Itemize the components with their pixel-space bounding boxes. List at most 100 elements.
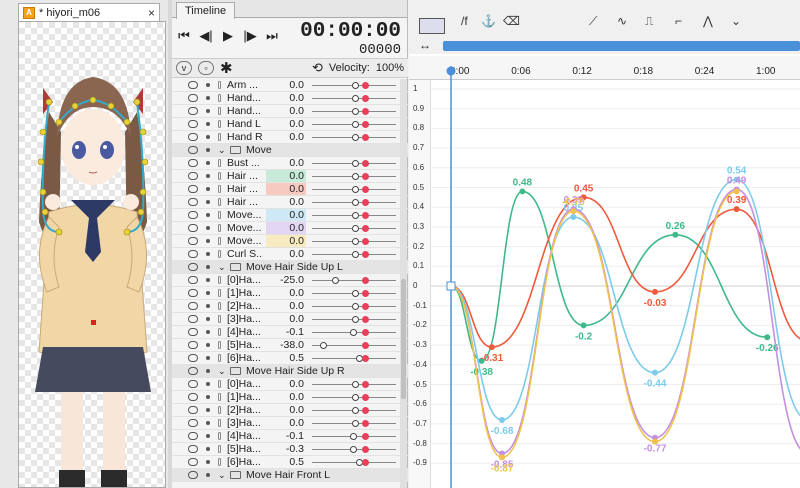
keyframe-marker[interactable]: [362, 433, 369, 440]
slider-knob[interactable]: [350, 433, 358, 440]
lock-icon[interactable]: [218, 172, 221, 180]
lock-icon[interactable]: [218, 380, 221, 388]
slider-knob[interactable]: [352, 173, 359, 180]
visibility-icon[interactable]: [188, 185, 198, 193]
play-icon[interactable]: ▶: [220, 28, 236, 44]
parameter-value[interactable]: 0.0: [266, 248, 306, 260]
parameter-slider[interactable]: [312, 280, 396, 281]
keyframe-marker[interactable]: [362, 134, 369, 141]
keyframe-point[interactable]: [580, 322, 587, 329]
visibility-icon[interactable]: [188, 81, 198, 89]
lock-icon[interactable]: [218, 107, 221, 115]
parameter-row[interactable]: Bust ... 0.0: [172, 157, 408, 170]
slider-knob[interactable]: [352, 238, 359, 245]
skip-start-icon[interactable]: ⏮: [176, 28, 192, 44]
visibility-icon[interactable]: [188, 133, 198, 141]
parameter-value[interactable]: -0.1: [266, 430, 306, 442]
asterisk-icon[interactable]: ✱: [220, 59, 233, 77]
origin-keyframe[interactable]: [446, 281, 456, 291]
scrollbar-thumb[interactable]: [401, 279, 406, 399]
lock-icon[interactable]: [218, 94, 221, 102]
slider-knob[interactable]: [352, 121, 359, 128]
loop-icon[interactable]: ⟲: [312, 60, 323, 76]
lock-icon[interactable]: [218, 341, 221, 349]
parameter-value[interactable]: 0.0: [266, 222, 306, 234]
visibility-icon[interactable]: [188, 146, 198, 154]
parameter-value[interactable]: 0.0: [266, 417, 306, 429]
lock-icon[interactable]: [218, 315, 221, 323]
visibility-icon[interactable]: [188, 94, 198, 102]
graph-editor[interactable]: /f ⚓ ⌫ ⟋ ∿ ⎍ ⌐ ⋀ ⌄ ↔ 0:00 0:06 0:12 0:18 0:2…: [409, 0, 800, 488]
keyframe-marker[interactable]: [362, 95, 369, 102]
parameter-value[interactable]: 0.0: [266, 183, 306, 195]
parameter-row[interactable]: [5]Ha... -38.0: [172, 339, 408, 352]
slider-knob[interactable]: [352, 225, 359, 232]
keyframe-marker[interactable]: [362, 186, 369, 193]
lock-icon[interactable]: [218, 237, 221, 245]
keyframe-point[interactable]: [652, 288, 658, 295]
group-row[interactable]: ⌄ Move Hair Side Up R: [172, 365, 408, 378]
slider-knob[interactable]: [350, 329, 358, 336]
parameter-row[interactable]: Move... 0.0: [172, 209, 408, 222]
lock-icon[interactable]: [218, 445, 221, 453]
parameter-slider[interactable]: [312, 358, 396, 359]
visibility-icon[interactable]: [188, 172, 198, 180]
keyframe-marker[interactable]: [362, 407, 369, 414]
parameter-value[interactable]: 0.0: [266, 209, 306, 221]
lock-icon[interactable]: [218, 250, 221, 258]
group-row[interactable]: ⌄ Move Hair Front L: [172, 469, 408, 482]
lock-icon[interactable]: [218, 159, 221, 167]
parameter-row[interactable]: Hand L 0.0: [172, 118, 408, 131]
keyframe-point[interactable]: [570, 214, 577, 221]
parameter-row[interactable]: Hair ... 0.0: [172, 196, 408, 209]
parameter-value[interactable]: 0.0: [266, 196, 306, 208]
keyframe-marker[interactable]: [362, 329, 369, 336]
keyframe-marker[interactable]: [362, 225, 369, 232]
lock-icon[interactable]: [218, 458, 221, 466]
slider-knob[interactable]: [352, 186, 359, 193]
slider-knob[interactable]: [332, 277, 339, 284]
keyframe-marker[interactable]: [362, 212, 369, 219]
parameter-value[interactable]: 0.0: [266, 235, 306, 247]
keyframe-marker[interactable]: [362, 121, 369, 128]
parameter-value[interactable]: 0.0: [266, 313, 306, 325]
parameter-value[interactable]: 0.0: [266, 79, 306, 91]
visibility-icon[interactable]: [188, 276, 198, 284]
lock-icon[interactable]: [218, 198, 221, 206]
visibility-icon[interactable]: [188, 341, 198, 349]
lock-icon[interactable]: [218, 432, 221, 440]
parameter-value[interactable]: 0.0: [266, 131, 306, 143]
visibility-icon[interactable]: [188, 289, 198, 297]
parameter-value[interactable]: 0.0: [266, 287, 306, 299]
chevron-down-icon[interactable]: ⌄: [218, 262, 226, 273]
keyframe-point[interactable]: [652, 369, 658, 376]
visibility-icon[interactable]: [188, 367, 198, 375]
keyframe-marker[interactable]: [362, 303, 369, 310]
parameter-row[interactable]: [6]Ha... 0.5: [172, 352, 408, 365]
parameter-row[interactable]: [0]Ha... -25.0: [172, 274, 408, 287]
keyframe-point[interactable]: [733, 188, 740, 195]
slider-knob[interactable]: [352, 316, 359, 323]
chevron-down-icon[interactable]: v: [176, 61, 192, 75]
lock-icon[interactable]: [218, 224, 221, 232]
lock-icon[interactable]: [218, 419, 221, 427]
parameter-value[interactable]: -0.1: [266, 326, 306, 338]
parameter-value[interactable]: 0.0: [266, 404, 306, 416]
keyframe-point[interactable]: [733, 206, 740, 213]
parameter-row[interactable]: Hand... 0.0: [172, 105, 408, 118]
lock-icon[interactable]: [218, 276, 221, 284]
visibility-icon[interactable]: [188, 419, 198, 427]
keyframe-point[interactable]: [499, 454, 505, 461]
keyframe-marker[interactable]: [362, 316, 369, 323]
slider-knob[interactable]: [352, 212, 359, 219]
parameter-row[interactable]: [6]Ha... 0.5: [172, 456, 408, 469]
slider-knob[interactable]: [352, 407, 359, 414]
visibility-icon[interactable]: [188, 107, 198, 115]
keyframe-marker[interactable]: [362, 290, 369, 297]
lock-icon[interactable]: [218, 120, 221, 128]
visibility-icon[interactable]: [188, 354, 198, 362]
parameter-row[interactable]: [4]Ha... -0.1: [172, 430, 408, 443]
visibility-icon[interactable]: [188, 445, 198, 453]
keyframe-marker[interactable]: [362, 199, 369, 206]
parameter-row[interactable]: [2]Ha... 0.0: [172, 300, 408, 313]
